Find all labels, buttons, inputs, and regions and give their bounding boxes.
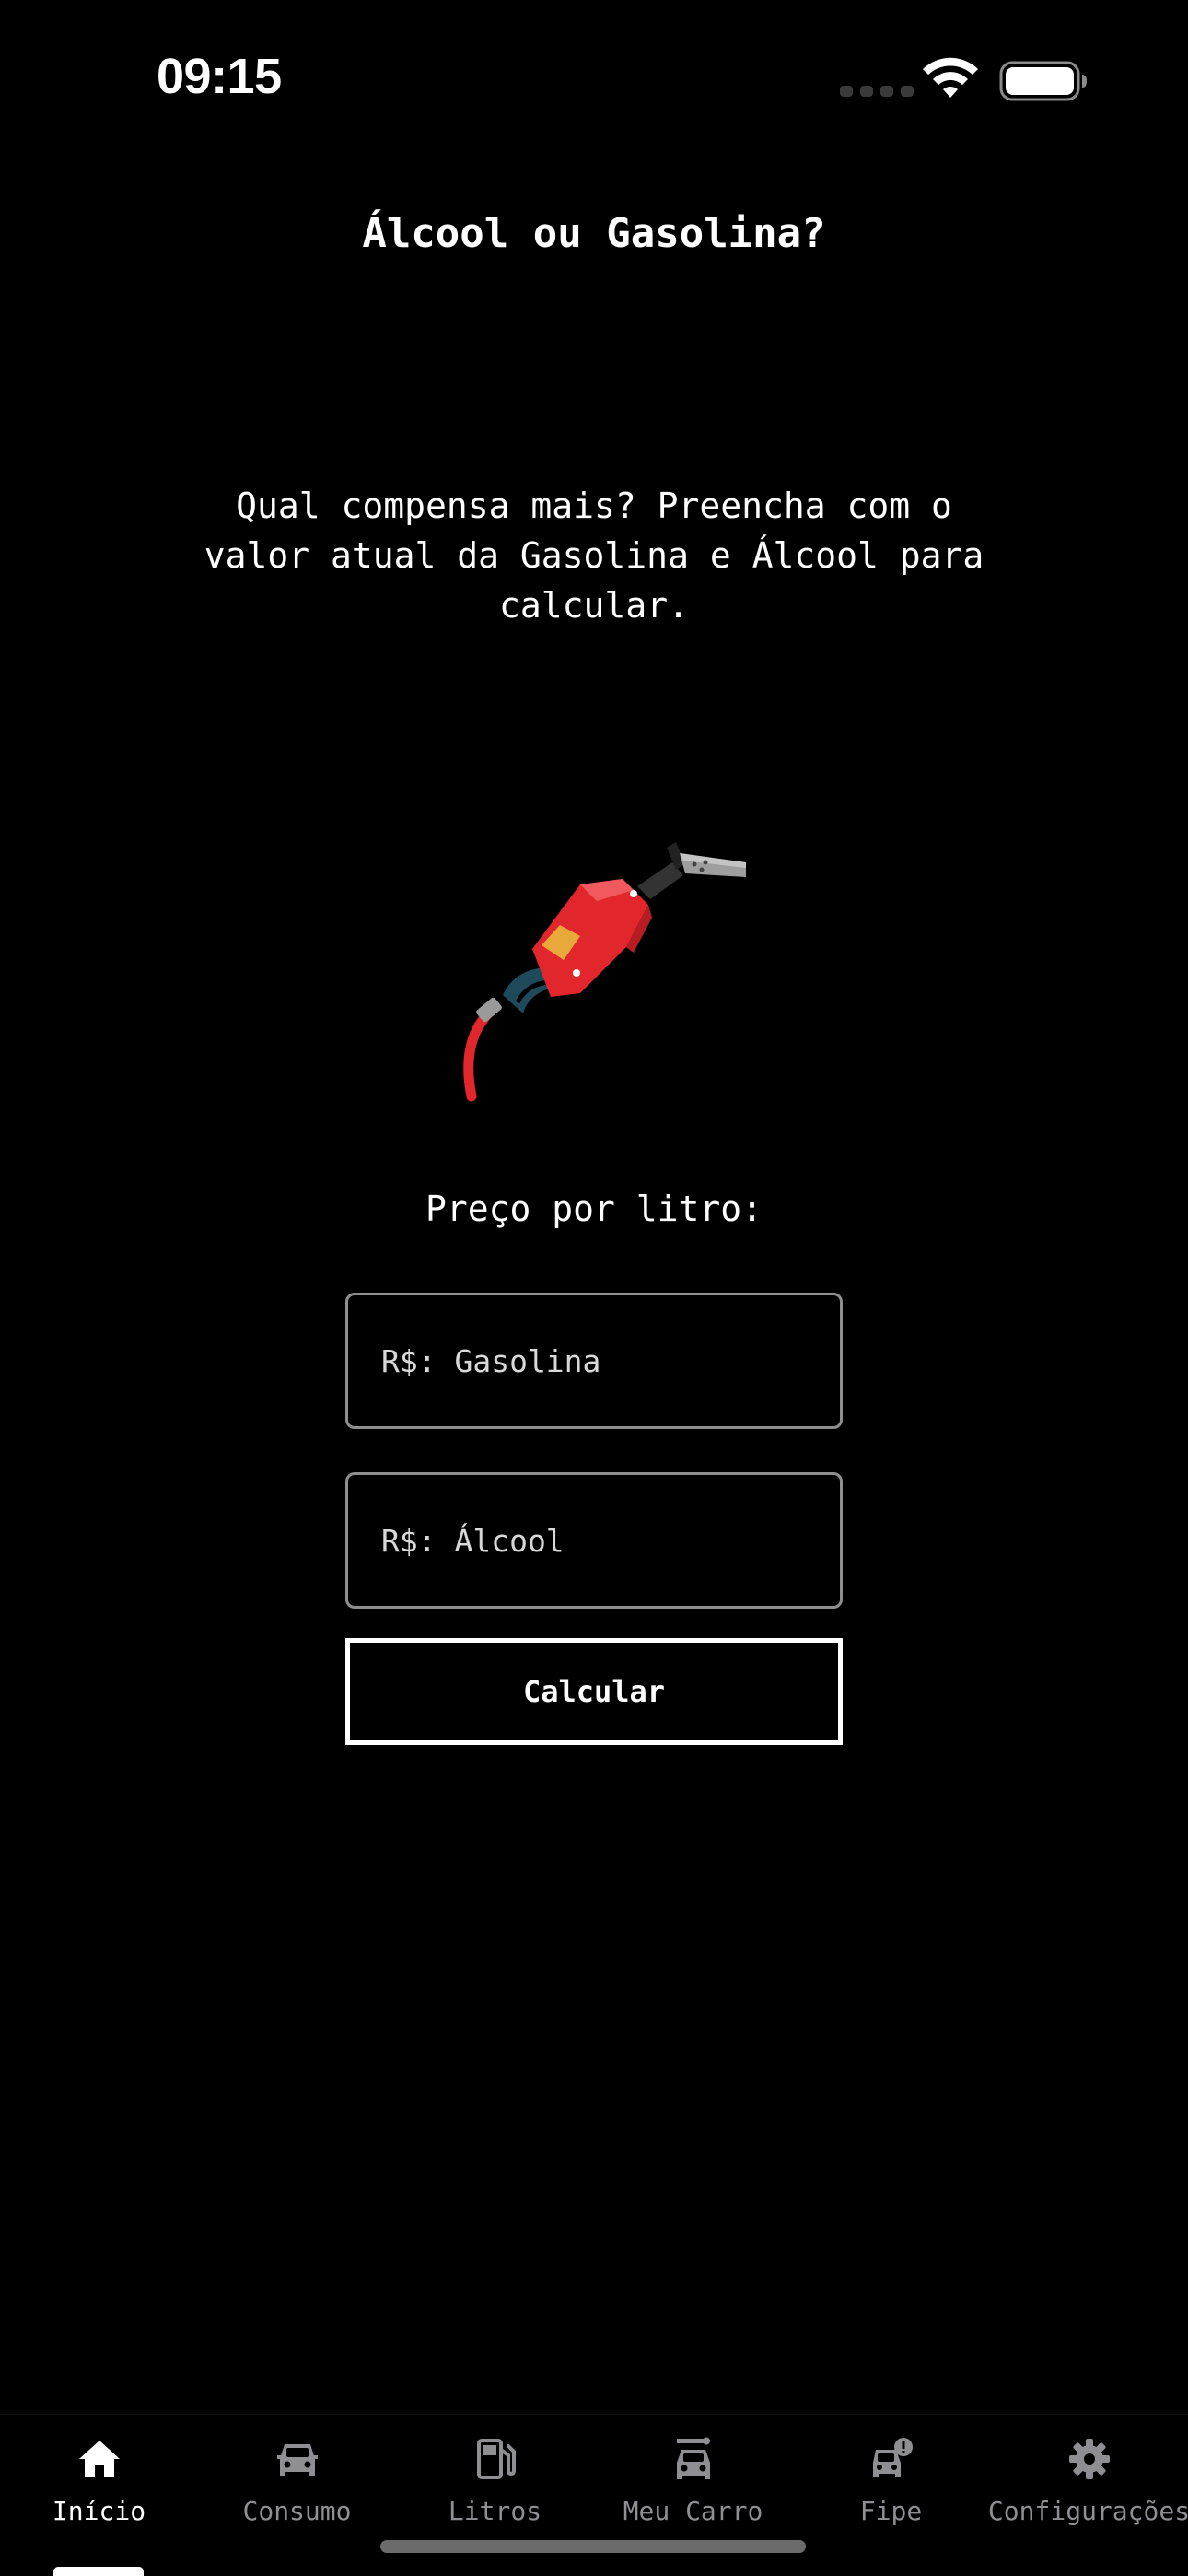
tab-configuracoes[interactable]: Configurações: [987, 2435, 1188, 2526]
car-alert-icon: [872, 2438, 913, 2477]
home-indicator[interactable]: [380, 2540, 806, 2553]
car-garage-icon: [676, 2437, 710, 2479]
tab-fipe[interactable]: Fipe: [792, 2435, 990, 2526]
gear-icon: [1068, 2439, 1110, 2479]
tab-litros[interactable]: Litros: [396, 2435, 594, 2526]
page-title: Álcool ou Gasolina?: [362, 210, 826, 257]
fuel-pump-nozzle-icon: [463, 842, 746, 1102]
fuel-icon: [476, 2439, 516, 2479]
price-per-liter-label: Preço por litro:: [425, 1188, 763, 1229]
status-time: 09:15: [157, 49, 282, 104]
tab-inicio[interactable]: Início: [0, 2435, 198, 2526]
tab-label-inicio: Início: [52, 2496, 146, 2526]
signal-dots-icon: [840, 86, 914, 97]
description-text: Qual compensa mais? Preencha com o valor…: [204, 486, 984, 626]
home-icon: [78, 2441, 120, 2477]
tab-consumo[interactable]: Consumo: [198, 2435, 396, 2526]
tab-label-meu-carro: Meu Carro: [623, 2496, 763, 2526]
tab-label-litros: Litros: [448, 2496, 542, 2526]
gasolina-price-input[interactable]: [345, 1293, 843, 1429]
car-icon: [276, 2444, 318, 2476]
active-tab-indicator: [53, 2567, 144, 2576]
tab-label-fipe: Fipe: [859, 2496, 923, 2526]
tab-label-configuracoes: Configurações: [987, 2496, 1188, 2526]
alcool-price-input[interactable]: [345, 1472, 843, 1609]
wifi-icon: [923, 57, 978, 98]
status-bar: 09:15: [0, 0, 1188, 157]
tab-label-consumo: Consumo: [242, 2496, 352, 2526]
calculate-button[interactable]: Calcular: [345, 1638, 843, 1745]
battery-icon: [999, 61, 1087, 101]
tab-meu-carro[interactable]: Meu Carro: [594, 2435, 792, 2526]
